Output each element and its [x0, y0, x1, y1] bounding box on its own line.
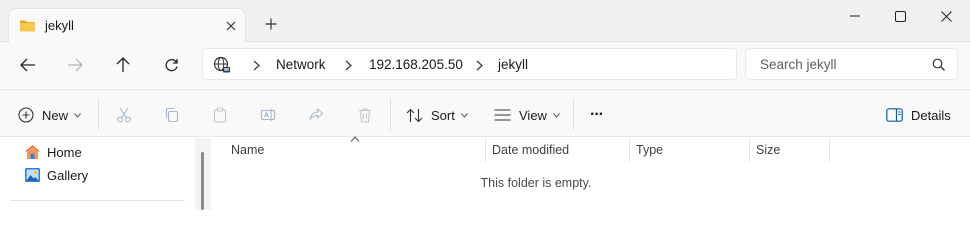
details-label: Details	[911, 107, 951, 123]
clipboard-icon	[213, 107, 227, 123]
sidebar-item-label: Home	[47, 144, 82, 160]
breadcrumb-network[interactable]: Network	[276, 57, 326, 72]
trash-icon	[359, 108, 371, 123]
sort-label: Sort	[431, 107, 455, 123]
tab-jekyll[interactable]: jekyll	[8, 8, 246, 43]
empty-folder-message: This folder is empty.	[480, 176, 592, 190]
folder-icon	[20, 20, 35, 32]
title-bar: jekyll	[0, 0, 970, 43]
new-tab-button[interactable]	[259, 12, 283, 36]
view-button[interactable]: View	[494, 102, 560, 128]
column-divider[interactable]	[749, 138, 750, 162]
sidebar-item-home[interactable]: Home	[24, 141, 82, 163]
column-divider[interactable]	[629, 138, 630, 162]
sort-icon	[406, 108, 423, 122]
view-lines-icon	[494, 109, 511, 121]
new-label: New	[42, 107, 69, 123]
column-header-size[interactable]: Size	[756, 138, 780, 162]
chevron-right-icon[interactable]	[250, 56, 262, 74]
rename-button[interactable]	[256, 103, 280, 127]
close-icon	[226, 21, 236, 31]
chevron-down-icon	[553, 112, 560, 118]
sort-ascending-icon	[350, 136, 360, 142]
delete-button[interactable]	[353, 103, 377, 127]
refresh-button[interactable]	[156, 51, 186, 79]
chevron-down-icon	[460, 112, 468, 118]
command-bar: New Sort View ··· Details	[0, 89, 970, 137]
plus-circle-icon	[18, 107, 34, 123]
refresh-icon	[165, 58, 178, 71]
breadcrumb-host[interactable]: 192.168.205.50	[369, 57, 463, 72]
forward-button[interactable]	[60, 51, 90, 79]
scrollbar-thumb[interactable]	[201, 152, 204, 210]
column-header-date-modified[interactable]: Date modified	[492, 138, 569, 162]
search-placeholder: Search jekyll	[760, 57, 837, 72]
breadcrumb-jekyll[interactable]: jekyll	[498, 57, 528, 72]
plus-icon	[265, 18, 277, 30]
chevron-right-icon[interactable]	[473, 56, 485, 74]
pane-splitter[interactable]	[195, 138, 211, 210]
more-options-button[interactable]: ···	[590, 102, 604, 128]
arrow-left-icon	[20, 58, 35, 72]
chevron-right-icon[interactable]	[342, 56, 354, 74]
arrow-right-icon	[68, 58, 83, 72]
details-button[interactable]: Details	[886, 102, 951, 128]
navigation-bar: Network 192.168.205.50 jekyll Search jek…	[0, 42, 970, 88]
arrow-up-icon	[116, 57, 130, 72]
navigation-pane: Home Gallery	[0, 138, 195, 210]
divider	[10, 200, 185, 201]
up-button[interactable]	[108, 51, 138, 79]
minimize-button[interactable]	[832, 0, 878, 32]
chevron-down-icon	[74, 112, 81, 118]
search-input[interactable]: Search jekyll	[745, 48, 958, 80]
home-icon	[25, 145, 40, 159]
divider	[98, 98, 99, 130]
view-label: View	[519, 107, 547, 123]
close-tab-button[interactable]	[219, 14, 243, 38]
gallery-icon	[25, 168, 40, 182]
divider	[390, 98, 391, 130]
close-icon	[940, 10, 952, 22]
copy-button[interactable]	[160, 103, 184, 127]
tab-title: jekyll	[45, 18, 74, 33]
column-header-name[interactable]: Name	[231, 138, 264, 162]
details-pane-icon	[886, 108, 903, 122]
sidebar-item-label: Gallery	[47, 167, 89, 183]
close-window-button[interactable]	[923, 0, 969, 32]
sort-button[interactable]: Sort	[406, 102, 468, 128]
column-divider[interactable]	[829, 138, 830, 162]
share-button[interactable]	[304, 103, 328, 127]
address-bar[interactable]: Network 192.168.205.50 jekyll	[202, 48, 737, 80]
file-list: Name Date modified Type Size This folder…	[211, 136, 970, 210]
copy-icon	[165, 107, 179, 123]
maximize-icon	[894, 10, 906, 22]
column-header-type[interactable]: Type	[636, 138, 663, 162]
more-icon: ···	[590, 106, 604, 123]
cut-button[interactable]	[112, 103, 136, 127]
sidebar-item-gallery[interactable]: Gallery	[24, 164, 88, 186]
rename-icon	[260, 109, 276, 121]
scissors-icon	[117, 107, 131, 123]
minimize-icon	[850, 15, 860, 17]
maximize-button[interactable]	[877, 0, 923, 32]
network-globe-icon	[213, 56, 230, 73]
share-icon	[309, 108, 324, 121]
column-divider[interactable]	[485, 138, 486, 162]
back-button[interactable]	[13, 51, 43, 79]
divider	[573, 98, 574, 130]
new-button[interactable]: New	[18, 102, 81, 128]
paste-button[interactable]	[208, 103, 232, 127]
search-icon	[932, 58, 945, 71]
